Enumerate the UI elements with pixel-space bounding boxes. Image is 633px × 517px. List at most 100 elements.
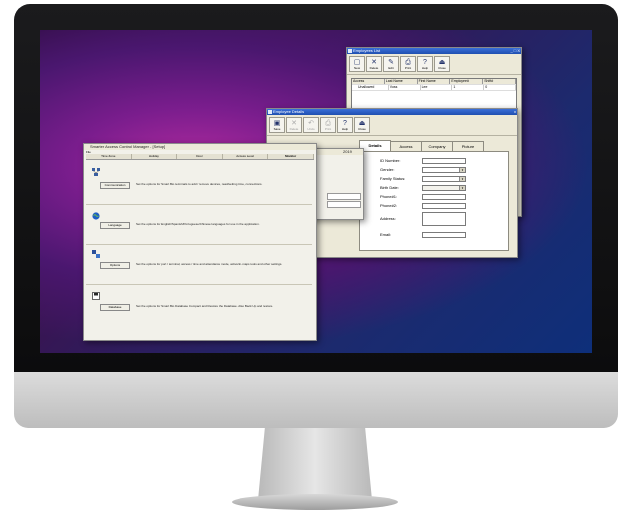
window-title: Smarter Access Control Manager - [Setup] — [90, 144, 166, 149]
delete-icon: ✕ — [371, 58, 377, 66]
phone1-field[interactable] — [422, 194, 466, 200]
field-box[interactable] — [327, 193, 361, 200]
section-description: Set the options for port / terminal, acc… — [136, 262, 283, 266]
table-cell: Unallowed — [352, 85, 389, 90]
undo-button[interactable]: ↶ Undo — [303, 117, 319, 133]
field-box[interactable] — [327, 201, 361, 208]
column-header[interactable]: Access — [352, 79, 385, 84]
details-panel: ID Number: Gender: ▾ Family Status: ▾ Bi… — [359, 151, 509, 251]
monitor-chin — [14, 372, 618, 428]
field-label: Phone#2: — [380, 203, 398, 208]
options-icon — [92, 250, 100, 258]
help-button[interactable]: ? Help — [337, 117, 353, 133]
delete-button[interactable]: ✕ Delete — [286, 117, 302, 133]
button-label: Undo — [307, 126, 315, 131]
communication-button[interactable]: Communication — [100, 182, 130, 189]
button-label: Help — [341, 126, 349, 131]
table-cell: 0 — [484, 85, 516, 90]
options-button[interactable]: Options — [100, 262, 130, 269]
address-field[interactable] — [422, 212, 466, 226]
window-controls[interactable]: _ □ X — [510, 48, 520, 54]
language-section: Language Set the options for English/Spa… — [86, 204, 312, 245]
employees-list-titlebar[interactable]: Employees List _ □ X — [347, 48, 521, 54]
manager-tabs: Time Zone Holiday Door Access Level Moni… — [86, 154, 314, 160]
field-label: Birth Date: — [380, 185, 399, 190]
chevron-down-icon[interactable]: ▾ — [459, 168, 465, 172]
communication-section: Communication Set the options for Smart … — [86, 164, 312, 205]
language-button[interactable]: Language — [100, 222, 130, 229]
column-header[interactable]: Employee# — [450, 79, 484, 84]
globe-icon — [92, 212, 100, 220]
button-label: Delete — [289, 126, 299, 131]
tab-access-level[interactable]: Access Level — [222, 154, 269, 159]
section-description: Set the options for English/Spanish/Port… — [136, 222, 260, 226]
desktop-screen: Employees List _ □ X ▢ New ✕ Delete ✎ Edit … — [40, 30, 592, 353]
close-icon: ⏏ — [358, 119, 366, 127]
edit-button[interactable]: ✎ Edit — [383, 56, 399, 72]
phone2-field[interactable] — [422, 203, 466, 209]
access-manager-titlebar[interactable]: Smarter Access Control Manager - [Setup] — [84, 144, 316, 150]
monitor: Employees List _ □ X ▢ New ✕ Delete ✎ Edit … — [14, 4, 618, 428]
print-button[interactable]: ⎙ Print — [320, 117, 336, 133]
new-button[interactable]: ▢ New — [349, 56, 365, 72]
tab-time-zone[interactable]: Time Zone — [86, 154, 132, 159]
print-icon: ⎙ — [405, 58, 411, 66]
table-cell: Lee — [421, 85, 453, 90]
app-icon — [268, 110, 272, 114]
close-button[interactable]: ⏏ Close — [354, 117, 370, 133]
button-label: Help — [421, 65, 429, 70]
section-description: Set the options for Smart Bio Database C… — [136, 304, 274, 308]
id-number-field[interactable] — [422, 158, 466, 164]
app-icon — [348, 49, 352, 53]
column-header[interactable]: Shift# — [483, 79, 516, 84]
delete-button[interactable]: ✕ Delete — [366, 56, 382, 72]
tab-monitor[interactable]: Monitor — [268, 154, 314, 159]
field-label: Family Status: — [380, 176, 406, 181]
family-status-select[interactable]: ▾ — [422, 176, 466, 182]
close-icon[interactable]: x — [514, 109, 516, 115]
access-manager-window: Smarter Access Control Manager - [Setup]… — [83, 143, 317, 341]
database-button[interactable]: Database — [100, 304, 130, 311]
column-header[interactable]: First Name — [417, 79, 451, 84]
field-label: Phone#1: — [380, 194, 398, 199]
tab-holiday[interactable]: Holiday — [131, 154, 178, 159]
print-icon: ⎙ — [325, 119, 331, 127]
button-label: Edit — [388, 65, 394, 70]
field-label: Email: — [380, 232, 392, 237]
employee-details-titlebar[interactable]: Employee Details x — [267, 109, 517, 115]
tab-door[interactable]: Door — [177, 154, 223, 159]
close-icon: ⏏ — [438, 58, 446, 66]
table-row[interactable]: Unallowed Voss Lee 1 0 — [352, 85, 516, 91]
chevron-down-icon[interactable]: ▾ — [459, 177, 465, 181]
column-header[interactable]: Last Name — [384, 79, 418, 84]
section-description: Set the options for Smart Bio terminals … — [136, 182, 263, 186]
help-icon: ? — [343, 119, 347, 127]
chevron-down-icon[interactable]: ▾ — [459, 186, 465, 190]
employees-list-toolbar: ▢ New ✕ Delete ✎ Edit ⎙ Print ? Help ⏏ Close — [347, 54, 521, 75]
table-cell: Voss — [389, 85, 421, 90]
help-icon: ? — [423, 58, 427, 66]
button-label: Delete — [369, 65, 379, 70]
gender-select[interactable]: ▾ — [422, 167, 466, 173]
print-button[interactable]: ⎙ Print — [400, 56, 416, 72]
button-label: Close — [358, 126, 366, 131]
employee-details-toolbar: ▣ Save ✕ Delete ↶ Undo ⎙ Print ? Help ⏏ Close — [267, 115, 517, 136]
window-title: Employees List — [353, 48, 381, 53]
close-button[interactable]: ⏏ Close — [434, 56, 450, 72]
monitor-stand-foot — [232, 494, 398, 510]
field-label: ID Number: — [380, 158, 401, 163]
database-icon — [92, 292, 100, 300]
button-label: Print — [404, 65, 412, 70]
network-icon — [92, 168, 100, 176]
save-icon: ▣ — [273, 119, 281, 127]
delete-icon: ✕ — [291, 119, 297, 127]
new-icon: ▢ — [353, 58, 361, 66]
help-button[interactable]: ? Help — [417, 56, 433, 72]
database-section: Database Set the options for Smart Bio D… — [86, 284, 312, 328]
save-button[interactable]: ▣ Save — [269, 117, 285, 133]
field-label: Gender: — [380, 167, 395, 172]
field-label: Address: — [380, 216, 396, 221]
birth-date-field[interactable]: ▾ — [422, 185, 466, 191]
email-field[interactable] — [422, 232, 466, 238]
table-cell: 1 — [452, 85, 485, 90]
